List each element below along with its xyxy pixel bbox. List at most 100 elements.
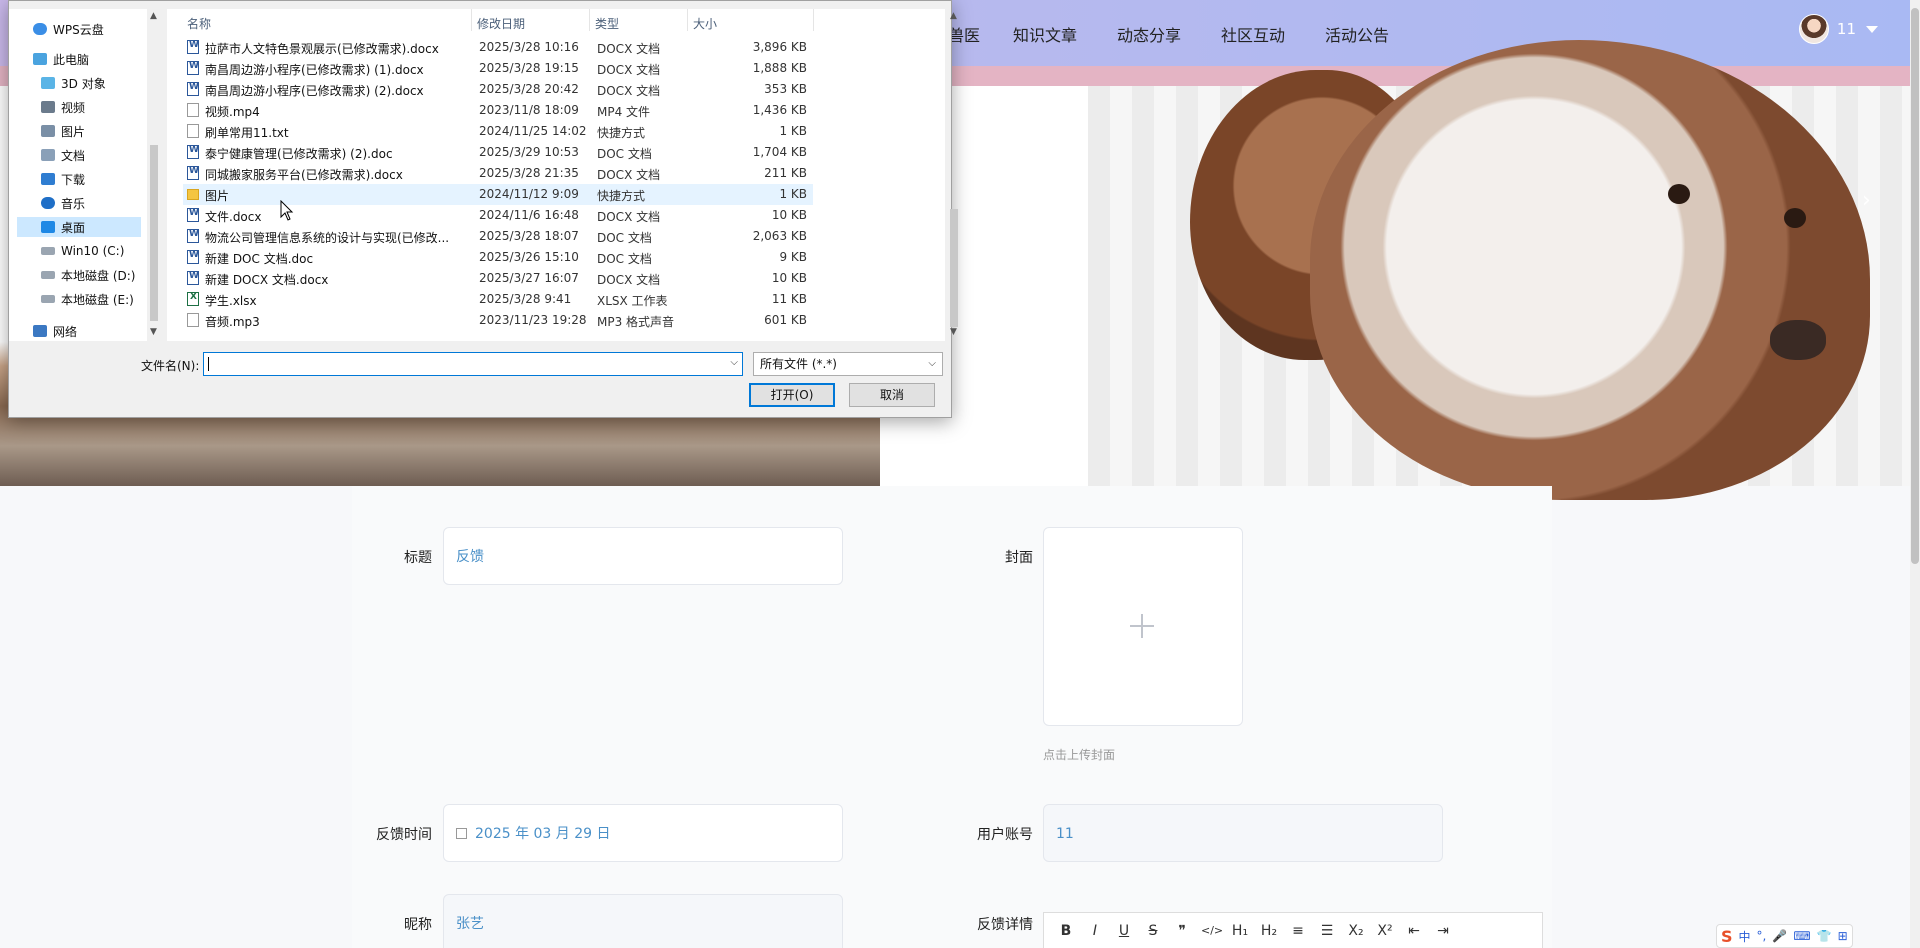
caret-down-icon[interactable]	[1866, 25, 1878, 33]
subscript-button[interactable]: X₂	[1346, 923, 1366, 939]
column-separator[interactable]	[687, 9, 688, 31]
bullet-list-button[interactable]: ☰	[1317, 923, 1337, 939]
file-row[interactable]: 音频.mp3 2023/11/23 19:28 MP3 格式声音 601 KB	[183, 310, 813, 331]
rich-text-toolbar: B I U S ❞ </> H₁ H₂ ≡ ☰ X₂ X² ⇤ ⇥	[1043, 912, 1543, 948]
file-row[interactable]: 南昌周边游小程序(已修改需求) (2).docx 2025/3/28 20:42 D…	[183, 79, 813, 100]
nav-item-this-pc[interactable]: 此电脑	[33, 49, 89, 69]
ime-toolbar[interactable]: S 中 °, 🎤 ⌨ 👕 ⊞	[1716, 924, 1853, 948]
nav-item-pictures[interactable]: 图片	[41, 121, 85, 141]
file-date: 2025/3/28 19:15	[479, 61, 579, 75]
date-picker[interactable]: 2025 年 03 月 29 日	[443, 804, 843, 862]
file-row[interactable]: 泰宁健康管理(已修改需求) (2).doc 2025/3/29 10:53 DOC …	[183, 142, 813, 163]
file-generic-icon	[187, 124, 199, 138]
punctuation-icon[interactable]: °,	[1757, 929, 1767, 943]
column-header-date[interactable]: 修改日期	[477, 15, 525, 32]
cancel-button[interactable]: 取消	[849, 383, 935, 407]
scroll-down-icon[interactable]: ▼	[950, 327, 957, 337]
nav-item-drive-d[interactable]: 本地磁盘 (D:)	[41, 265, 135, 285]
nav-item-wps-cloud[interactable]: WPS云盘	[33, 19, 104, 39]
file-row[interactable]: 视频.mp4 2023/11/8 18:09 MP4 文件 1,436 KB	[183, 100, 813, 121]
avatar[interactable]	[1798, 14, 1829, 44]
nav-link-share[interactable]: 动态分享	[1117, 22, 1181, 46]
nav-item-drive-e[interactable]: 本地磁盘 (E:)	[41, 289, 134, 309]
nickname-input[interactable]: 张艺	[443, 894, 843, 948]
ordered-list-button[interactable]: ≡	[1288, 923, 1308, 939]
nav-item-drive-c[interactable]: Win10 (C:)	[41, 241, 124, 261]
nav-item-music[interactable]: 音乐	[41, 193, 85, 213]
file-word-icon	[187, 250, 199, 264]
keyboard-icon[interactable]: ⌨	[1793, 929, 1810, 943]
navigation-scrollbar-thumb[interactable]	[150, 145, 158, 321]
open-button[interactable]: 打开(O)	[749, 383, 835, 407]
file-size: 601 KB	[764, 313, 807, 327]
file-row[interactable]: 物流公司管理信息系统的设计与实现(已修改... 2025/3/28 18:07 DO…	[183, 226, 813, 247]
superscript-button[interactable]: X²	[1375, 923, 1395, 939]
file-row[interactable]: 南昌周边游小程序(已修改需求) (1).docx 2025/3/28 19:15 D…	[183, 58, 813, 79]
account-input[interactable]: 11	[1043, 804, 1443, 862]
file-list-scrollbar[interactable]: ▲ ▼	[947, 9, 961, 341]
file-word-icon	[187, 208, 199, 222]
blockquote-button[interactable]: ❞	[1172, 923, 1192, 939]
nav-link-announcements[interactable]: 活动公告	[1325, 22, 1389, 46]
file-row[interactable]: 同城搬家服务平台(已修改需求).docx 2025/3/28 21:35 DOCX …	[183, 163, 813, 184]
carousel-next-icon[interactable]: ›	[1862, 188, 1871, 213]
file-name: 南昌周边游小程序(已修改需求) (1).docx	[205, 63, 424, 77]
scroll-up-icon[interactable]: ▲	[950, 11, 957, 21]
file-row[interactable]: 拉萨市人文特色景观展示(已修改需求).docx 2025/3/28 10:16 DO…	[183, 37, 813, 58]
nav-item-documents[interactable]: 文档	[41, 145, 85, 165]
skin-icon[interactable]: 👕	[1817, 929, 1832, 943]
file-list-scrollbar-thumb[interactable]	[950, 209, 958, 327]
file-name: 视频.mp4	[205, 105, 260, 119]
cover-upload-hint: 点击上传封面	[1043, 748, 1116, 762]
indent-button[interactable]: ⇥	[1433, 923, 1453, 939]
heading1-button[interactable]: H₁	[1230, 923, 1250, 939]
outdent-button[interactable]: ⇤	[1404, 923, 1424, 939]
file-type: DOC 文档	[597, 252, 652, 266]
date-value: 2025 年 03 月 29 日	[475, 826, 611, 842]
ime-mode[interactable]: 中	[1739, 928, 1751, 945]
heading2-button[interactable]: H₂	[1259, 923, 1279, 939]
chevron-down-icon[interactable]: ⌵	[730, 357, 738, 368]
microphone-icon[interactable]: 🎤	[1772, 929, 1787, 943]
nav-item-desktop[interactable]: 桌面	[17, 217, 141, 237]
file-type-filter[interactable]: 所有文件 (*.*) ⌵	[753, 352, 943, 376]
code-button[interactable]: </>	[1201, 924, 1223, 937]
nav-item-downloads[interactable]: 下载	[41, 169, 85, 189]
nickname-label: 昵称	[404, 917, 432, 933]
file-row[interactable]: 刷单常用11.txt 2024/11/25 14:02 快捷方式 1 KB	[183, 121, 813, 142]
bold-button[interactable]: B	[1056, 923, 1076, 939]
scroll-down-icon[interactable]: ▼	[150, 327, 157, 337]
column-header-name[interactable]: 名称	[187, 15, 211, 32]
file-row[interactable]: 新建 DOC 文档.doc 2025/3/26 15:10 DOC 文档 9 KB	[183, 247, 813, 268]
file-name: 新建 DOC 文档.doc	[205, 252, 314, 266]
column-separator[interactable]	[589, 9, 590, 31]
page-scrollbar-thumb[interactable]	[1911, 8, 1919, 564]
strikethrough-button[interactable]: S	[1143, 923, 1163, 939]
file-row[interactable]: 新建 DOCX 文档.docx 2025/3/27 16:07 DOCX 文档 10 …	[183, 268, 813, 289]
title-input[interactable]: 反馈	[443, 527, 843, 585]
navigation-scrollbar[interactable]: ▲ ▼	[147, 9, 161, 341]
user-menu[interactable]: 11	[1798, 14, 1878, 44]
italic-button[interactable]: I	[1085, 923, 1105, 939]
nav-link-articles[interactable]: 知识文章	[1013, 22, 1077, 46]
file-row[interactable]: 学生.xlsx 2025/3/28 9:41 XLSX 工作表 11 KB	[183, 289, 813, 310]
plus-icon[interactable]	[1128, 612, 1156, 640]
scroll-up-icon[interactable]: ▲	[150, 11, 157, 21]
nav-item-network[interactable]: 网络	[33, 321, 77, 341]
user-name[interactable]: 11	[1837, 20, 1856, 38]
file-row[interactable]: 图片 2024/11/12 9:09 快捷方式 1 KB	[183, 184, 813, 205]
column-header-type[interactable]: 类型	[595, 15, 619, 32]
file-row[interactable]: 文件.docx 2024/11/6 16:48 DOCX 文档 10 KB	[183, 205, 813, 226]
column-separator[interactable]	[813, 9, 814, 31]
column-header-size[interactable]: 大小	[693, 15, 717, 32]
chevron-down-icon[interactable]: ⌵	[928, 353, 936, 375]
grid-icon[interactable]: ⊞	[1838, 929, 1848, 943]
file-type: MP3 格式声音	[597, 315, 675, 329]
filename-input[interactable]: ⌵	[203, 352, 743, 376]
nav-item-3d-objects[interactable]: 3D 对象	[41, 73, 106, 93]
underline-button[interactable]: U	[1114, 923, 1134, 939]
file-name: 学生.xlsx	[205, 294, 257, 308]
nav-link-community[interactable]: 社区互动	[1221, 22, 1285, 46]
column-separator[interactable]	[471, 9, 472, 31]
nav-item-videos[interactable]: 视频	[41, 97, 85, 117]
